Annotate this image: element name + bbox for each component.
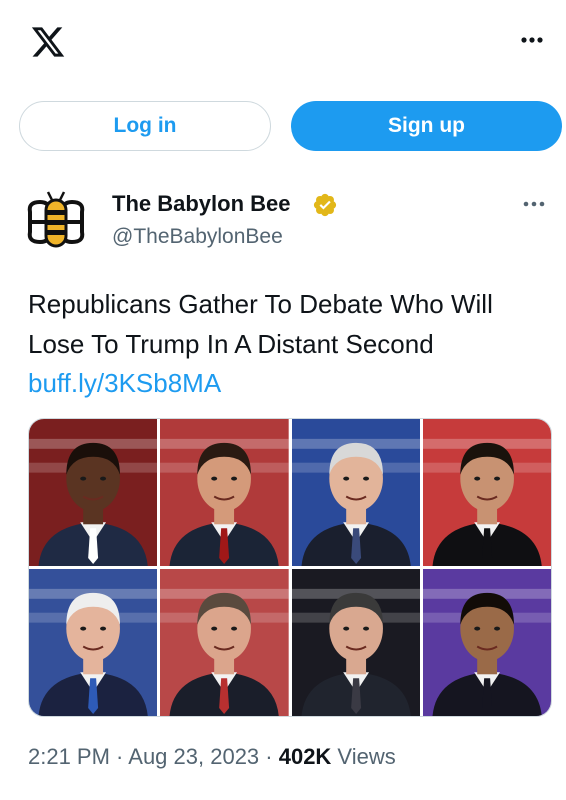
media-image[interactable]: [29, 569, 158, 716]
signup-button[interactable]: Sign up: [291, 101, 562, 151]
avatar[interactable]: [22, 188, 90, 256]
x-logo-icon[interactable]: [28, 24, 68, 60]
media-image[interactable]: [291, 419, 420, 566]
media-grid[interactable]: [28, 418, 552, 717]
bee-logo-icon: [27, 191, 85, 248]
media-image[interactable]: [422, 569, 551, 716]
post-link[interactable]: buff.ly/3KSb8MA: [28, 363, 221, 403]
timestamp[interactable]: 2:21 PM · Aug 23, 2023 ·: [28, 744, 279, 769]
verified-badge-icon: [313, 193, 337, 217]
views-count: 402K: [278, 744, 332, 769]
media-image[interactable]: [29, 419, 158, 566]
author-handle[interactable]: @TheBabylonBee: [112, 225, 283, 249]
post-page: Log in Sign up The Babylon Bee @TheBabyl…: [0, 0, 566, 800]
post-meta: 2:21 PM · Aug 23, 2023 · 402K Views: [28, 744, 396, 770]
media-image[interactable]: [160, 569, 289, 716]
views-label: Views: [331, 744, 396, 769]
top-bar: [0, 0, 566, 86]
post-text: Republicans Gather To Debate Who Will Lo…: [28, 289, 493, 359]
media-image[interactable]: [422, 419, 551, 566]
more-horizontal-icon[interactable]: [516, 26, 548, 54]
login-button[interactable]: Log in: [19, 101, 271, 151]
author-name[interactable]: The Babylon Bee: [112, 191, 290, 217]
media-image[interactable]: [291, 569, 420, 716]
more-horizontal-icon[interactable]: [520, 192, 548, 216]
media-image[interactable]: [160, 419, 289, 566]
